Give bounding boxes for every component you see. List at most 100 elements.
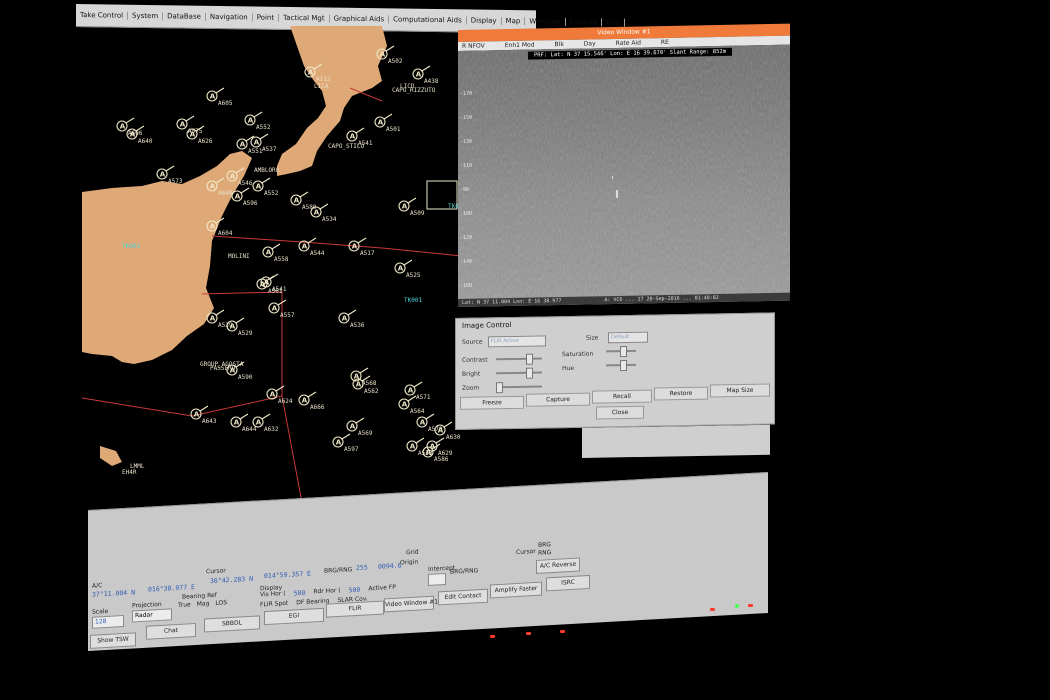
projection-select[interactable]: Radar bbox=[132, 608, 172, 623]
track-marker[interactable]: AA571 bbox=[404, 381, 431, 401]
tactical-map[interactable]: AA605AA640AA626AA575AA573AA552AA551AA596… bbox=[82, 26, 462, 546]
track-marker[interactable]: AA541 bbox=[260, 273, 287, 293]
menu-item[interactable]: Info bbox=[602, 18, 625, 27]
track-heading-vector bbox=[403, 259, 413, 266]
track-marker-glyph: A bbox=[266, 249, 272, 257]
track-marker[interactable]: AA534 bbox=[310, 203, 337, 223]
track-heading-vector bbox=[407, 395, 417, 402]
menu-item[interactable]: Display bbox=[466, 16, 502, 25]
track-marker[interactable]: AA624 bbox=[266, 385, 293, 405]
track-marker[interactable]: AA501 bbox=[374, 113, 401, 133]
track-marker[interactable]: AA558 bbox=[262, 243, 289, 263]
display-option-checkbox[interactable]: DF Bearing bbox=[296, 597, 329, 606]
menu-item[interactable]: Point bbox=[252, 13, 280, 22]
menu-item[interactable]: Capture bbox=[565, 17, 603, 27]
close-button[interactable]: Close bbox=[596, 405, 644, 420]
size-label: Size bbox=[586, 334, 599, 342]
zoom-slider[interactable] bbox=[496, 382, 542, 394]
cyan-track-label[interactable]: TK001 bbox=[404, 297, 422, 304]
track-label: A644 bbox=[242, 426, 257, 433]
track-heading-vector bbox=[235, 317, 245, 324]
display-option-value: 500 bbox=[293, 588, 306, 598]
bearing-option[interactable]: LOS bbox=[215, 599, 227, 607]
bottom-button[interactable]: ISRC bbox=[546, 574, 590, 592]
track-marker[interactable]: AA569 bbox=[346, 417, 373, 437]
track-label: A551 bbox=[248, 148, 263, 155]
track-marker[interactable]: AA536 bbox=[338, 309, 365, 329]
scale-select[interactable]: 128 bbox=[92, 614, 124, 629]
track-marker-glyph: A bbox=[194, 411, 200, 419]
menu-item[interactable]: Tactical Mgt bbox=[279, 13, 330, 23]
track-marker[interactable]: AA529 bbox=[226, 317, 253, 337]
track-marker[interactable]: AA509 bbox=[398, 197, 425, 217]
bottom-button[interactable]: FLIR bbox=[326, 600, 384, 618]
map-size-button[interactable]: Map Size bbox=[710, 383, 770, 398]
track-marker[interactable]: AA502 bbox=[376, 45, 403, 65]
menu-item[interactable]: Navigation bbox=[205, 12, 253, 22]
menu-item[interactable]: Graphical Aids bbox=[329, 14, 390, 24]
track-marker[interactable]: AA552 bbox=[252, 177, 279, 197]
grid-label: Grid bbox=[406, 548, 419, 557]
bottom-button[interactable]: Chat bbox=[146, 622, 196, 640]
place-label: EH4R bbox=[122, 469, 137, 476]
track-heading-vector bbox=[299, 191, 309, 198]
track-marker[interactable]: AA597 bbox=[332, 433, 359, 453]
bearing-option[interactable]: Mag bbox=[197, 600, 210, 608]
track-marker[interactable]: AA605 bbox=[206, 87, 233, 107]
brgrng-bearing: 255 bbox=[356, 563, 368, 573]
bearing-option[interactable]: True bbox=[178, 601, 191, 609]
track-marker[interactable]: AA438 bbox=[412, 65, 439, 85]
contrast-slider[interactable] bbox=[496, 353, 542, 365]
source-label: Source bbox=[462, 338, 483, 346]
display-option-checkbox[interactable]: Rdr Hor ( bbox=[313, 587, 340, 597]
menu-item[interactable]: Computational Aids bbox=[389, 15, 467, 25]
track-label: A564 bbox=[410, 408, 425, 415]
saturation-slider[interactable] bbox=[606, 345, 636, 358]
track-marker[interactable]: AA632 bbox=[252, 413, 279, 433]
menu-item[interactable]: System bbox=[128, 11, 164, 21]
bottom-button[interactable]: SBBDL bbox=[204, 615, 260, 633]
bottom-button[interactable]: Amplify Faster bbox=[490, 581, 542, 599]
bright-slider[interactable] bbox=[496, 367, 542, 379]
cyan-track-label[interactable]: TK001 bbox=[122, 243, 140, 250]
track-marker[interactable]: AA525 bbox=[394, 259, 421, 279]
hue-slider[interactable] bbox=[606, 359, 636, 372]
bottom-button[interactable]: Show TSW bbox=[90, 632, 136, 649]
freeze-button[interactable]: Freeze bbox=[460, 395, 524, 410]
track-marker[interactable]: AA666 bbox=[298, 391, 325, 411]
track-marker[interactable]: AA575 bbox=[176, 115, 203, 135]
bottom-button[interactable]: Edit Contact bbox=[438, 588, 488, 606]
track-label: A536 bbox=[350, 322, 365, 329]
track-marker-glyph: A bbox=[342, 315, 348, 323]
track-marker-glyph: A bbox=[210, 93, 216, 101]
track-marker[interactable]: AA552 bbox=[244, 111, 271, 131]
intercept-select[interactable] bbox=[428, 572, 446, 586]
display-option-checkbox[interactable]: Active FP bbox=[368, 584, 396, 594]
brgrng-label: BRG/RNG bbox=[324, 566, 353, 575]
size-select[interactable]: Default bbox=[608, 331, 648, 344]
track-marker[interactable]: AA596 bbox=[231, 187, 258, 207]
track-marker[interactable]: AA606 bbox=[116, 117, 143, 137]
restore-button[interactable]: Restore bbox=[654, 386, 708, 401]
recall-button[interactable]: Recall bbox=[592, 389, 652, 404]
display-option-checkbox[interactable]: Vis Hor ( bbox=[260, 590, 286, 599]
ac-reverse-button[interactable]: A/C Reverse bbox=[536, 557, 580, 574]
video-window[interactable]: Video Window #1 R NFOV Enh1 Mod Blk Day Rate… bbox=[458, 23, 790, 315]
menu-item[interactable]: Map bbox=[501, 16, 526, 26]
bottom-button[interactable]: EGI bbox=[264, 607, 324, 626]
track-label: A624 bbox=[278, 398, 293, 405]
capture-button[interactable]: Capture bbox=[526, 392, 590, 407]
rng-label: RNG bbox=[538, 549, 552, 557]
menu-item[interactable]: Take Control bbox=[76, 11, 129, 20]
led-red-5 bbox=[748, 604, 753, 607]
cursor2-label: Cursor bbox=[516, 547, 536, 557]
track-marker[interactable]: AA544 bbox=[298, 237, 325, 257]
source-select[interactable]: FLIR Active bbox=[488, 335, 546, 348]
display-option-checkbox[interactable]: FLIR Spot bbox=[260, 600, 288, 609]
menu-item[interactable]: DataBase bbox=[163, 12, 206, 21]
brgrng-range: 0094.6 bbox=[378, 561, 402, 571]
track-marker[interactable]: AA643 bbox=[190, 405, 217, 425]
bottom-button[interactable]: Video Window #1 bbox=[384, 595, 438, 613]
video-info-item: RE bbox=[660, 38, 669, 47]
menu-item[interactable]: Windows bbox=[525, 17, 566, 26]
